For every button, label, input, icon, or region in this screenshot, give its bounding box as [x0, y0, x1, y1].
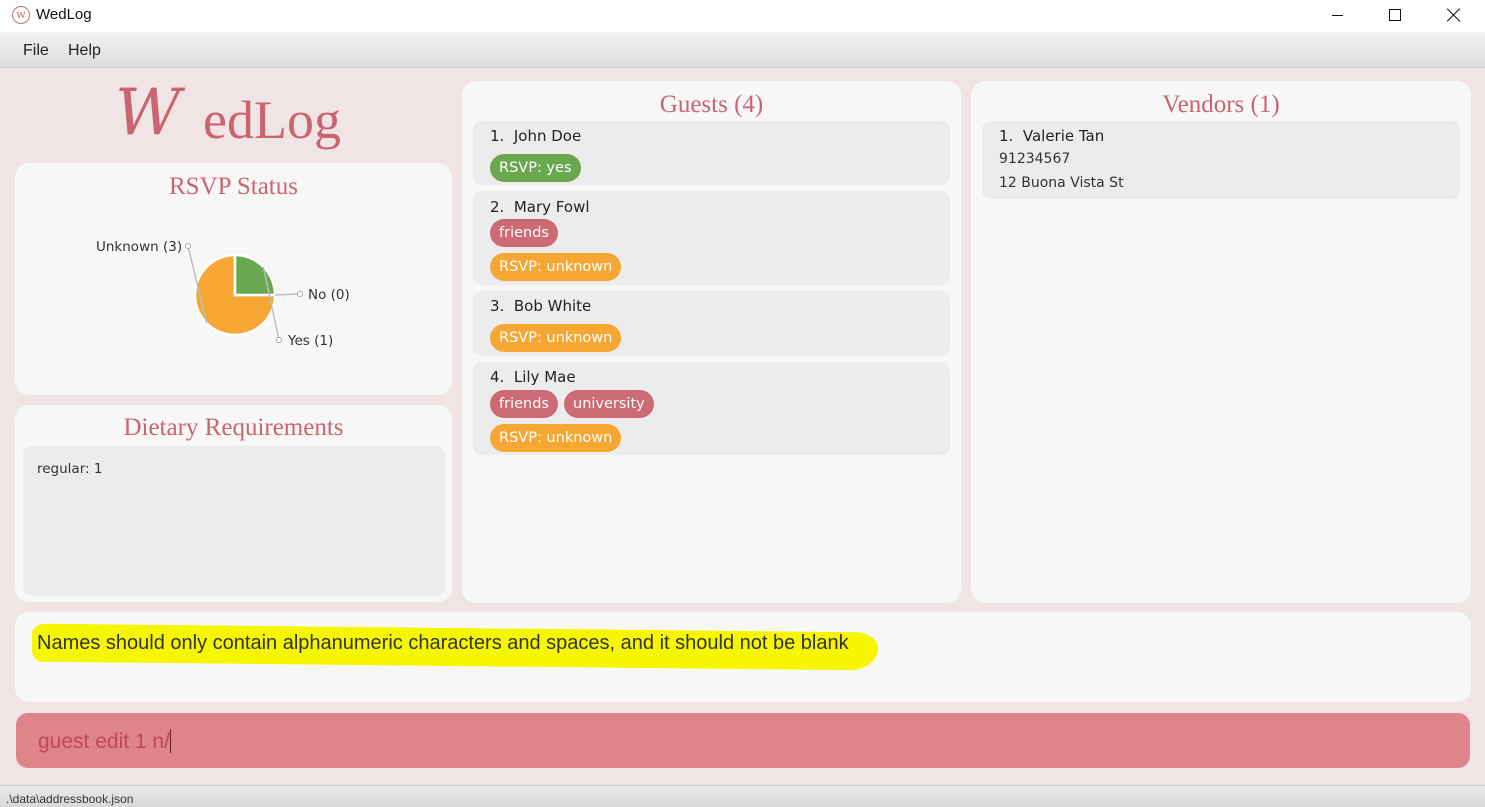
- guest-tag: university: [564, 390, 654, 418]
- result-message: Names should only contain alphanumeric c…: [37, 632, 849, 654]
- command-box[interactable]: guest edit 1 n/: [16, 713, 1470, 768]
- dietary-item: regular: 1: [37, 461, 103, 477]
- maximize-button[interactable]: [1366, 0, 1424, 30]
- text-caret: [169, 729, 171, 753]
- pie-leader-dot: [276, 337, 282, 343]
- window-title: WedLog: [36, 6, 92, 23]
- pie-label-yes: Yes (1): [288, 333, 334, 349]
- pie-leader-dot: [297, 291, 303, 297]
- status-bar: .\data\addressbook.json: [0, 785, 1485, 807]
- guest-tag: friends: [490, 390, 558, 418]
- guest-name: 3. Bob White: [490, 297, 592, 315]
- logo-rest: edLog: [203, 90, 341, 150]
- close-icon: [1447, 8, 1461, 22]
- wedlog-logo: W edLog: [115, 78, 355, 156]
- menu-file[interactable]: File: [23, 42, 49, 60]
- pie-leader-dot: [185, 243, 191, 249]
- guest-card[interactable]: 3. Bob White RSVP: unknown: [473, 291, 950, 356]
- menu-bar: File Help: [0, 32, 1485, 68]
- pie-label-unknown: Unknown (3): [96, 239, 183, 255]
- guest-card[interactable]: 4. Lily Mae friends university RSVP: unk…: [473, 362, 950, 455]
- minimize-icon: [1331, 14, 1343, 16]
- menu-help[interactable]: Help: [68, 42, 101, 60]
- pie-slice-yes: [233, 253, 277, 297]
- rsvp-pie-chart: [185, 243, 303, 343]
- app-logo-icon: w: [12, 6, 30, 24]
- command-input[interactable]: guest edit 1 n/: [38, 729, 171, 754]
- guests-panel: Guests (4) 1. John Doe RSVP: yes 2. Mary…: [462, 81, 961, 603]
- guest-name: 1. John Doe: [490, 127, 582, 145]
- vendors-title: Vendors (1): [1162, 91, 1280, 118]
- guest-name: 2. Mary Fowl: [490, 198, 590, 216]
- maximize-icon: [1389, 9, 1401, 21]
- rsvp-tag: RSVP: yes: [490, 154, 581, 182]
- result-display: Names should only contain alphanumeric c…: [15, 612, 1471, 702]
- guests-title: Guests (4): [659, 91, 764, 118]
- title-bar: w WedLog: [0, 0, 1485, 32]
- vendor-card[interactable]: 1. Valerie Tan 91234567 12 Buona Vista S…: [982, 121, 1460, 199]
- rsvp-tag: RSVP: unknown: [490, 324, 622, 352]
- vendors-panel: Vendors (1) 1. Valerie Tan 91234567 12 B…: [971, 81, 1471, 603]
- vendor-phone: 91234567: [999, 151, 1071, 167]
- pie-leader-line: [274, 293, 301, 296]
- guest-card[interactable]: 2. Mary Fowl friends RSVP: unknown: [473, 191, 950, 285]
- guest-tag: friends: [490, 219, 558, 247]
- dietary-requirements-panel: Dietary Requirements regular: 1: [15, 405, 452, 602]
- save-location: .\data\addressbook.json: [6, 792, 134, 806]
- minimize-button[interactable]: [1308, 0, 1366, 30]
- vendor-address: 12 Buona Vista St: [999, 175, 1124, 191]
- logo-initial: W: [115, 76, 181, 150]
- command-value: guest edit 1 n/: [38, 730, 170, 753]
- rsvp-status-panel: RSVP Status Unknown (3) No (0) Yes (1): [15, 163, 452, 395]
- rsvp-tag: RSVP: unknown: [490, 424, 622, 452]
- guest-name: 4. Lily Mae: [490, 368, 576, 386]
- rsvp-tag: RSVP: unknown: [490, 253, 622, 281]
- vendor-name: 1. Valerie Tan: [999, 127, 1105, 145]
- dietary-title: Dietary Requirements: [123, 414, 344, 441]
- pie-label-no: No (0): [308, 287, 350, 303]
- guest-card[interactable]: 1. John Doe RSVP: yes: [473, 121, 950, 185]
- dietary-list: regular: 1: [23, 446, 445, 596]
- close-button[interactable]: [1425, 0, 1483, 30]
